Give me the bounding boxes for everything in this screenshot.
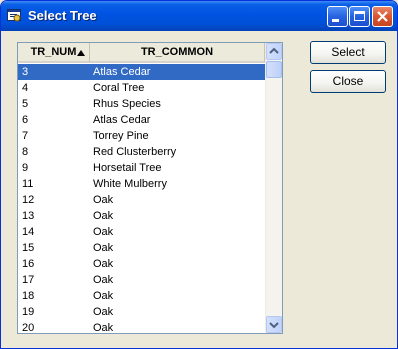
- list-row[interactable]: 20 Oak: [18, 320, 265, 334]
- select-button[interactable]: Select: [310, 41, 386, 64]
- list-row[interactable]: 6 Atlas Cedar: [18, 112, 265, 128]
- list-row[interactable]: 17 Oak: [18, 272, 265, 288]
- list-row[interactable]: 8 Red Clusterberry: [18, 144, 265, 160]
- tr-common-cell: Horsetail Tree: [93, 162, 162, 174]
- list-rows: 3 Atlas Cedar 4 Coral Tree 5 Rhus Species 6…: [18, 64, 265, 334]
- list-row[interactable]: 4 Coral Tree: [18, 80, 265, 96]
- tr-num-cell: 13: [22, 210, 35, 222]
- close-button[interactable]: Close: [310, 70, 386, 93]
- minimize-button[interactable]: [327, 6, 348, 27]
- tr-num-cell: 3: [22, 66, 29, 78]
- list-row[interactable]: 15 Oak: [18, 240, 265, 256]
- tr-num-cell: 4: [22, 82, 29, 94]
- list-row[interactable]: 5 Rhus Species: [18, 96, 265, 112]
- list-row[interactable]: 18 Oak: [18, 288, 265, 304]
- tr-num-cell: 5: [22, 98, 29, 110]
- sort-ascending-icon: [77, 50, 85, 56]
- tr-common-cell: Coral Tree: [93, 82, 145, 94]
- maximize-button[interactable]: [349, 6, 370, 27]
- list-row[interactable]: 14 Oak: [18, 224, 265, 240]
- list-row[interactable]: 19 Oak: [18, 304, 265, 320]
- column-header-label: TR_NUM: [30, 46, 77, 58]
- tr-num-cell: 7: [22, 130, 29, 142]
- tr-common-cell: Oak: [93, 226, 114, 238]
- tr-num-cell: 16: [22, 258, 35, 270]
- tr-common-cell: Torrey Pine: [93, 130, 149, 142]
- scroll-down-button[interactable]: [266, 316, 282, 333]
- column-header-label: TR_COMMON: [140, 46, 214, 58]
- title-bar[interactable]: Select Tree: [1, 1, 397, 31]
- tr-num-cell: 19: [22, 306, 35, 318]
- tr-common-cell: Oak: [93, 194, 114, 206]
- tree-app-icon: [7, 8, 22, 23]
- window-title: Select Tree: [28, 8, 97, 23]
- tr-common-cell: Red Clusterberry: [93, 146, 177, 158]
- vertical-scrollbar[interactable]: [265, 43, 282, 333]
- tr-num-cell: 14: [22, 226, 35, 238]
- list-row[interactable]: 9 Horsetail Tree: [18, 160, 265, 176]
- list-row[interactable]: 16 Oak: [18, 256, 265, 272]
- tr-common-cell: Oak: [93, 306, 114, 318]
- tr-common-cell: Oak: [93, 242, 114, 254]
- scrollbar-thumb[interactable]: [266, 61, 282, 78]
- tree-list[interactable]: TR_NUM TR_COMMON 3 Atlas Cedar 4 Coral Tre…: [17, 42, 283, 334]
- tr-common-cell: Oak: [93, 290, 114, 302]
- tr-common-cell: Rhus Species: [93, 98, 161, 110]
- list-row[interactable]: 11 White Mulberry: [18, 176, 265, 192]
- tr-common-cell: Oak: [93, 258, 114, 270]
- close-window-button[interactable]: [372, 6, 393, 27]
- tr-common-cell: Oak: [93, 210, 114, 222]
- tr-common-cell: Oak: [93, 322, 114, 334]
- tr-num-cell: 8: [22, 146, 29, 158]
- tr-num-cell: 17: [22, 274, 35, 286]
- tr-common-cell: Atlas Cedar: [93, 66, 151, 78]
- list-row[interactable]: 13 Oak: [18, 208, 265, 224]
- scroll-up-button[interactable]: [266, 43, 282, 60]
- list-header: TR_NUM TR_COMMON: [18, 43, 265, 63]
- tr-num-cell: 6: [22, 114, 29, 126]
- tr-common-cell: White Mulberry: [93, 178, 167, 190]
- column-header-tr-num[interactable]: TR_NUM: [18, 43, 90, 63]
- list-row[interactable]: 7 Torrey Pine: [18, 128, 265, 144]
- tr-num-cell: 20: [22, 322, 35, 334]
- tr-common-cell: Oak: [93, 274, 114, 286]
- list-row[interactable]: 12 Oak: [18, 192, 265, 208]
- tr-num-cell: 11: [22, 178, 34, 190]
- tr-num-cell: 12: [22, 194, 35, 206]
- list-row[interactable]: 3 Atlas Cedar: [18, 64, 265, 80]
- column-header-tr-common[interactable]: TR_COMMON: [90, 43, 265, 63]
- tr-num-cell: 18: [22, 290, 35, 302]
- tr-num-cell: 15: [22, 242, 35, 254]
- tr-num-cell: 9: [22, 162, 29, 174]
- tr-common-cell: Atlas Cedar: [93, 114, 151, 126]
- select-tree-dialog: Select Tree TR_NUM TR_COMMON 3 Atlas Ced…: [0, 0, 398, 349]
